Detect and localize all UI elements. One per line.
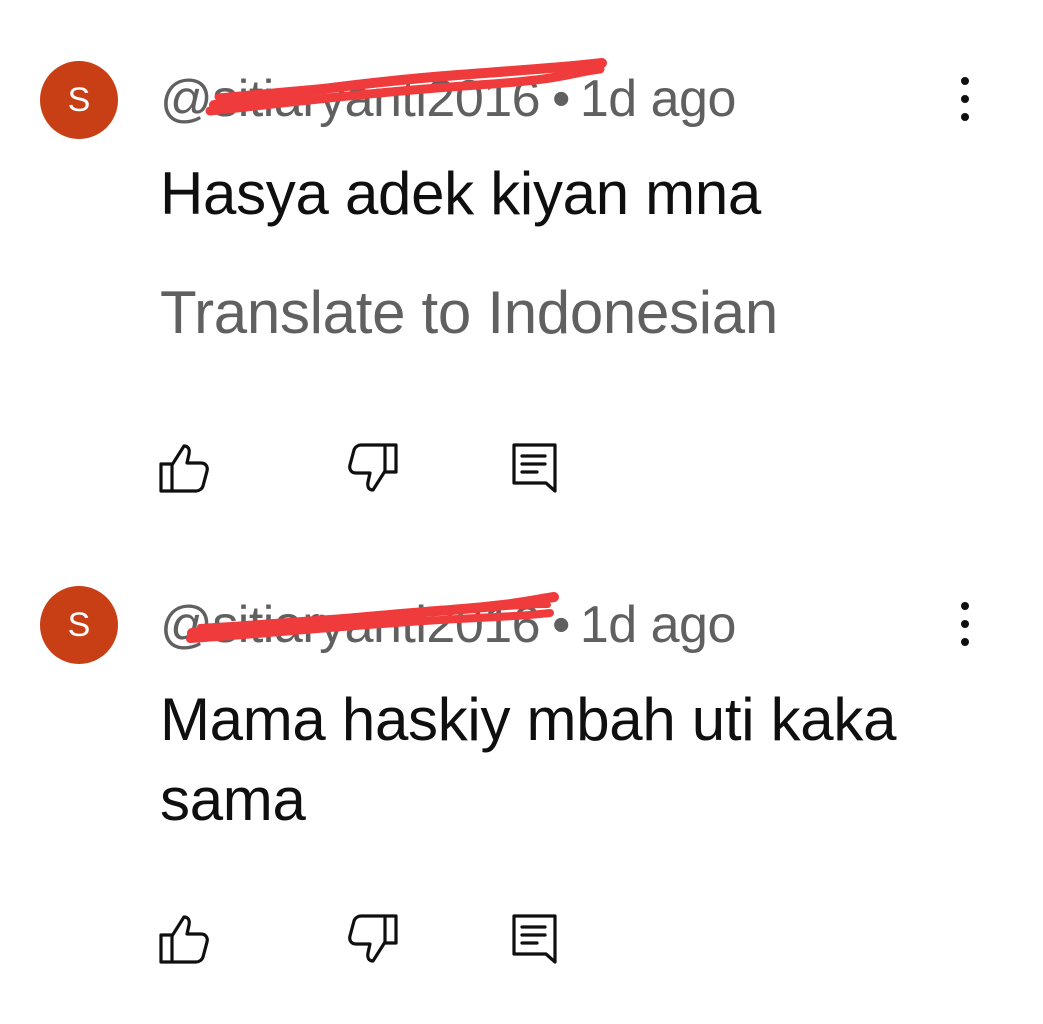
avatar[interactable]: S (40, 586, 118, 664)
author-handle-text: @sitiaryanti2016 (160, 596, 541, 654)
thumb-down-icon[interactable] (345, 912, 399, 966)
comment-meta: @sitiaryanti2016 • 1d ago (160, 592, 737, 655)
thumb-up-icon[interactable] (158, 441, 212, 495)
comment-text: Mama haskiy mbah uti kaka sama (160, 686, 897, 833)
comment-actions (158, 441, 558, 495)
reply-comment-icon[interactable] (508, 912, 562, 966)
avatar-letter: S (67, 606, 91, 644)
reply-comment-icon[interactable] (508, 441, 562, 495)
comment-text: Hasya adek kiyan mna (160, 160, 761, 227)
comment-meta: @sitiaryanti2016 • 1d ago (160, 58, 737, 129)
more-vertical-icon[interactable] (945, 594, 985, 654)
thumb-up-icon[interactable] (158, 912, 212, 966)
more-vertical-icon[interactable] (945, 69, 985, 129)
avatar-letter: S (67, 81, 91, 119)
author-handle-text: @sitiaryanti2016 (160, 70, 541, 128)
translate-link[interactable]: Translate to Indonesian (160, 273, 778, 353)
comment-time: 1d ago (579, 596, 737, 654)
author-handle[interactable]: @sitiaryanti2016 (160, 592, 559, 655)
author-handle[interactable]: @sitiaryanti2016 (160, 58, 607, 129)
comment-time: 1d ago (579, 70, 737, 128)
meta-separator: • (552, 596, 570, 654)
meta-separator: • (552, 70, 570, 128)
comment-actions (158, 912, 558, 966)
avatar[interactable]: S (40, 61, 118, 139)
thumb-down-icon[interactable] (345, 441, 399, 495)
